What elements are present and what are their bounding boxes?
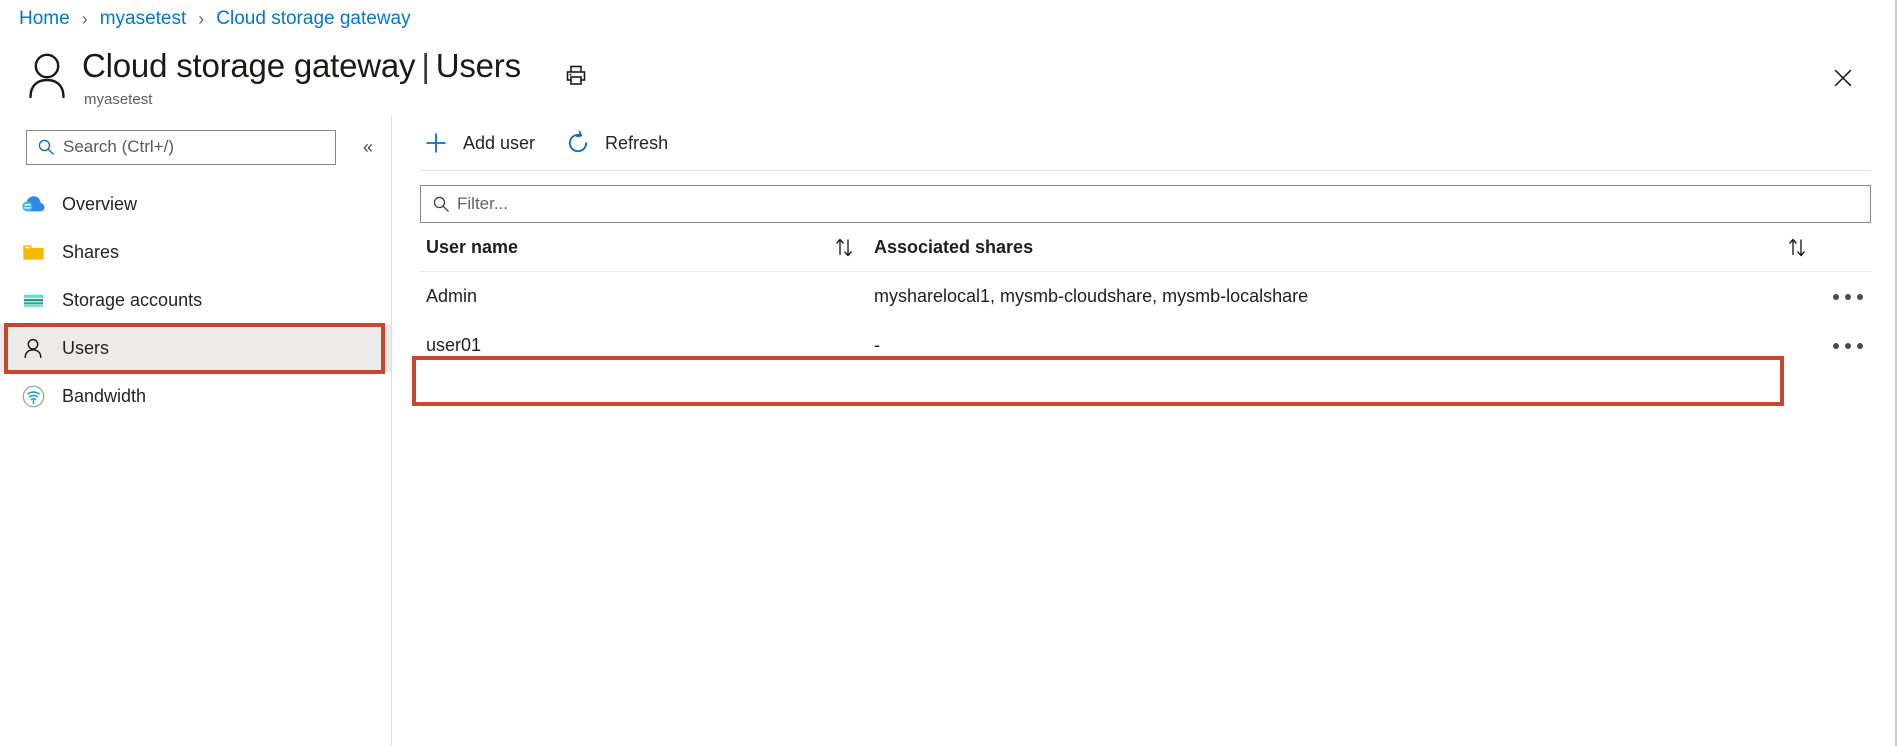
sidebar-item-overview[interactable]: Overview	[0, 180, 391, 228]
sidebar: « Overview	[0, 116, 392, 746]
sort-updown-icon[interactable]	[832, 236, 856, 258]
blade-body: « Overview	[0, 116, 1895, 746]
folder-icon	[20, 239, 46, 265]
cell-user-name: user01	[420, 335, 858, 356]
ellipsis-icon	[1833, 343, 1863, 349]
filter-box[interactable]	[420, 185, 1871, 223]
users-table: User name Associated shares	[392, 223, 1895, 370]
page-subtitle: myasetest	[84, 91, 521, 108]
command-bar: Add user Refresh	[392, 116, 1895, 170]
page-title-resource: Cloud storage gateway	[82, 47, 415, 84]
column-header-associated-shares[interactable]: Associated shares	[858, 236, 1811, 258]
table-body: Admin mysharelocal1, mysmb-cloudshare, m…	[420, 271, 1871, 370]
table-row[interactable]: user01 -	[420, 321, 1871, 370]
user-outline-icon	[24, 50, 70, 102]
sidebar-nav: Overview Shares	[0, 180, 391, 420]
breadcrumb-separator: ›	[70, 9, 100, 30]
column-header-label: Associated shares	[874, 237, 1033, 258]
breadcrumb-item-cloud-storage-gateway[interactable]: Cloud storage gateway	[216, 8, 410, 30]
close-icon[interactable]	[1825, 60, 1861, 96]
refresh-label: Refresh	[605, 133, 668, 154]
row-context-menu-button[interactable]	[1811, 294, 1871, 300]
storage-account-icon	[20, 287, 46, 313]
sidebar-item-label: Users	[62, 338, 109, 359]
cell-user-name: Admin	[420, 286, 858, 307]
table-row[interactable]: Admin mysharelocal1, mysmb-cloudshare, m…	[420, 272, 1871, 321]
row-context-menu-button[interactable]	[1811, 343, 1871, 349]
add-user-label: Add user	[463, 133, 535, 154]
sidebar-item-label: Shares	[62, 242, 119, 263]
sidebar-item-label: Bandwidth	[62, 386, 146, 407]
table-header-row: User name Associated shares	[420, 223, 1871, 271]
breadcrumb-item-home[interactable]: Home	[19, 8, 70, 30]
cell-associated-shares: mysharelocal1, mysmb-cloudshare, mysmb-l…	[858, 286, 1811, 307]
sidebar-item-shares[interactable]: Shares	[0, 228, 391, 276]
breadcrumb-separator: ›	[186, 9, 216, 30]
page-title-divider: |	[421, 47, 429, 84]
page-title-section: Users	[436, 47, 521, 84]
user-icon	[20, 335, 46, 361]
sidebar-item-storage-accounts[interactable]: Storage accounts	[0, 276, 391, 324]
sidebar-item-users[interactable]: Users	[0, 324, 391, 372]
sort-updown-icon[interactable]	[1785, 236, 1809, 258]
search-box[interactable]	[26, 130, 336, 165]
add-user-button[interactable]: Add user	[419, 123, 549, 163]
sidebar-item-label: Storage accounts	[62, 290, 202, 311]
blade-title-group: Cloud storage gateway|Users myasetest	[82, 46, 521, 108]
main-content: Add user Refresh	[392, 116, 1895, 746]
plus-icon	[421, 128, 451, 158]
cell-associated-shares: -	[858, 335, 1811, 356]
search-icon	[432, 195, 450, 213]
filter-row	[392, 171, 1895, 223]
search-icon	[37, 138, 55, 156]
sidebar-search-row: «	[0, 126, 391, 168]
filter-input[interactable]	[457, 194, 1870, 214]
sidebar-item-bandwidth[interactable]: Bandwidth	[0, 372, 391, 420]
blade-header: Cloud storage gateway|Users myasetest	[0, 38, 1895, 116]
breadcrumb-item-myasetest[interactable]: myasetest	[100, 8, 187, 30]
bandwidth-icon	[20, 383, 46, 409]
ellipsis-icon	[1833, 294, 1863, 300]
search-input[interactable]	[63, 137, 335, 157]
printer-icon[interactable]	[559, 58, 593, 92]
chevron-double-left-icon[interactable]: «	[354, 133, 382, 161]
cloud-icon	[20, 191, 46, 217]
refresh-button[interactable]: Refresh	[561, 123, 682, 163]
column-header-user-name[interactable]: User name	[420, 236, 858, 258]
breadcrumb: Home › myasetest › Cloud storage gateway	[0, 0, 1895, 38]
azure-portal-blade: Home › myasetest › Cloud storage gateway…	[0, 0, 1897, 746]
page-title: Cloud storage gateway|Users	[82, 46, 521, 86]
sidebar-item-label: Overview	[62, 194, 137, 215]
refresh-icon	[563, 128, 593, 158]
column-header-label: User name	[426, 237, 518, 258]
